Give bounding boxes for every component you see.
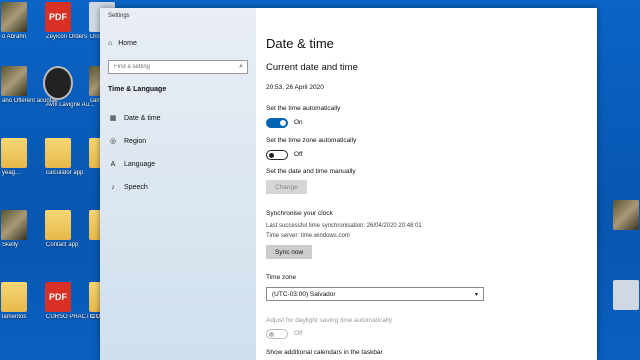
time-server-text: Time server: time.windows.com <box>266 233 350 239</box>
desktop-icon[interactable]: o Abrahn <box>0 2 36 40</box>
desktop-icon[interactable]: lamentos <box>0 282 36 320</box>
search-input[interactable] <box>109 64 239 70</box>
sidebar-item-label: Language <box>124 160 156 168</box>
sidebar-item-label: Region <box>124 137 147 145</box>
desktop-icon[interactable]: aho Oflerent acontalt <box>0 66 58 104</box>
nav-home[interactable]: ⌂ Home <box>108 40 137 47</box>
dst-label: Adjust for daylight saving time automati… <box>266 317 393 324</box>
desktop-icon[interactable]: PDF Zeyicon Orders <box>36 2 87 40</box>
nav-home-label: Home <box>118 40 137 47</box>
timezone-label: Time zone <box>266 274 297 281</box>
desktop-icon[interactable]: Contact app <box>36 210 80 248</box>
additional-calendars-label: Show additional calendars in the taskbar <box>266 349 383 356</box>
photo-icon <box>1 66 27 96</box>
desktop-icon[interactable] <box>604 280 640 310</box>
photo-icon <box>613 200 639 230</box>
sidebar-item-label: Date & time <box>124 114 161 122</box>
file-icon <box>613 280 639 310</box>
dst-state: Off <box>294 330 303 337</box>
window-title: Settings <box>108 13 130 19</box>
desktop-icon[interactable]: Skelly <box>0 210 36 248</box>
search-icon[interactable]: ⌕ <box>239 63 243 71</box>
photo-icon <box>1 2 27 32</box>
folder-icon <box>1 282 27 312</box>
language-icon: A <box>110 160 116 168</box>
sidebar-item-region[interactable]: ◎ Region <box>100 132 256 150</box>
globe-icon: ◎ <box>109 138 117 145</box>
folder-icon <box>45 210 71 240</box>
microphone-icon: ♪ <box>111 183 115 191</box>
sidebar-item-label: Speech <box>124 183 148 191</box>
folder-icon <box>1 138 27 168</box>
sidebar-item-date-time[interactable]: ▦ Date & time <box>100 109 256 127</box>
desktop-icon[interactable]: PDF CURSO PRACTICO DE... <box>36 282 115 320</box>
settings-window: ⌂ Home ⌕ Time & Language ▦ Date & time ◎… <box>100 8 597 360</box>
pdf-icon: PDF <box>45 282 71 312</box>
music-disc-icon <box>43 66 73 100</box>
sync-now-button[interactable]: Sync now <box>266 245 313 259</box>
change-button[interactable]: Change <box>266 180 307 194</box>
photo-icon <box>1 210 27 240</box>
search-box[interactable]: ⌕ <box>108 60 248 74</box>
dst-toggle[interactable] <box>266 329 288 339</box>
auto-time-toggle[interactable] <box>266 118 288 128</box>
settings-content: Date & time Current date and time 20:53,… <box>256 8 597 360</box>
auto-timezone-state: Off <box>294 151 303 158</box>
folder-icon <box>45 138 71 168</box>
chevron-down-icon: ▾ <box>474 291 478 298</box>
sidebar-section-title: Time & Language <box>108 86 167 93</box>
desktop-icon[interactable] <box>604 200 640 230</box>
auto-timezone-label: Set the time zone automatically <box>266 137 357 144</box>
timezone-value: (UTC-03:00) Salvador <box>272 290 336 298</box>
sidebar-item-speech[interactable]: ♪ Speech <box>100 178 256 196</box>
page-title: Date & time <box>266 36 334 51</box>
auto-time-label: Set the time automatically <box>266 105 341 112</box>
sidebar-item-language[interactable]: A Language <box>100 155 256 173</box>
pdf-icon: PDF <box>45 2 71 32</box>
settings-sidebar: ⌂ Home ⌕ Time & Language ▦ Date & time ◎… <box>100 8 256 360</box>
manual-time-label: Set the date and time manually <box>266 168 356 175</box>
sync-title: Synchronise your clock <box>266 210 333 217</box>
timezone-select[interactable]: (UTC-03:00) Salvador ▾ <box>266 287 484 301</box>
desktop-icon[interactable]: calculator app <box>36 138 83 176</box>
current-datetime: 20:53, 26 April 2020 <box>266 84 324 91</box>
desktop-icon[interactable]: yeag... <box>0 138 36 176</box>
last-sync-text: Last successful time synchronisation: 26… <box>266 223 422 229</box>
calendar-icon: ▦ <box>109 115 117 122</box>
auto-timezone-toggle[interactable] <box>266 150 288 160</box>
desktop-icon[interactable]: Avril Lavigne Au... <box>36 66 94 108</box>
auto-time-state: On <box>294 119 303 126</box>
section-title: Current date and time <box>266 62 358 73</box>
home-icon: ⌂ <box>108 40 113 47</box>
